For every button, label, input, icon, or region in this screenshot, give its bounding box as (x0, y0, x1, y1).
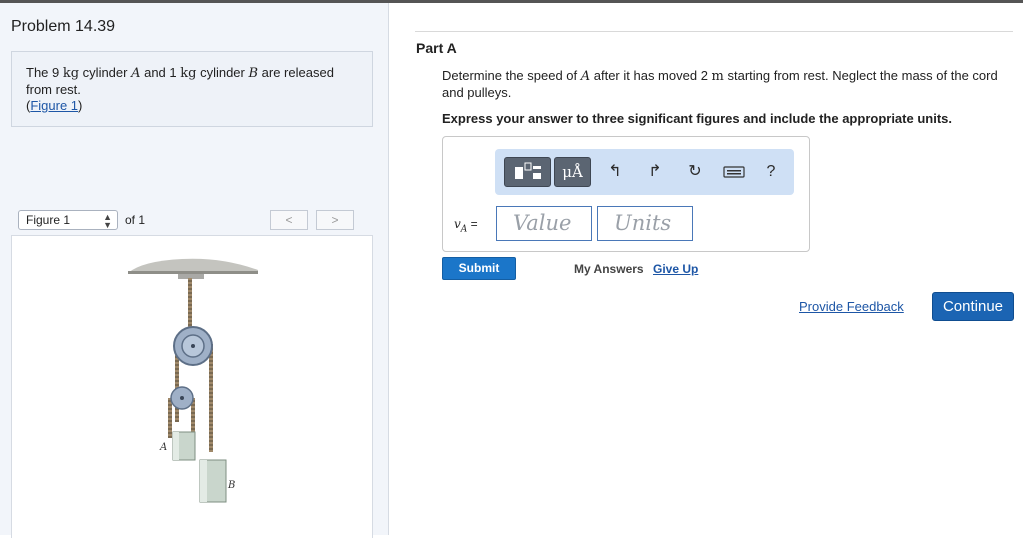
next-figure-button[interactable]: > (316, 210, 354, 230)
part-divider (415, 31, 1013, 32)
reset-icon[interactable]: ↻ (682, 157, 708, 187)
continue-button[interactable]: Continue (932, 292, 1014, 321)
figure-link[interactable]: Figure 1 (30, 98, 78, 113)
rope (209, 344, 213, 452)
question-fragment: Determine the speed of (442, 68, 581, 83)
give-up-link[interactable]: Give Up (653, 262, 698, 276)
figure-select[interactable]: Figure 1 ▲ ▼ (18, 210, 118, 230)
answer-var: vA (454, 217, 468, 235)
figure-count: of 1 (125, 213, 146, 227)
statement-text: cylinder (196, 65, 249, 80)
problem-statement: The 9 kg cylinder A and 1 kg cylinder B … (11, 51, 373, 127)
units-input[interactable]: Units (597, 206, 693, 241)
value-input[interactable]: Value (496, 206, 592, 241)
figure-select-value: Figure 1 (26, 213, 71, 227)
help-icon[interactable]: ? (758, 157, 784, 187)
templates-icon (515, 162, 541, 179)
part-title: Part A (416, 40, 457, 56)
templates-button[interactable] (504, 157, 551, 187)
statement-unit: kg (62, 66, 80, 81)
submit-button[interactable]: Submit (442, 257, 516, 280)
question-unit: m (711, 69, 724, 84)
redo-icon[interactable]: ↱ (642, 157, 668, 187)
question-text: Determine the speed of A after it has mo… (442, 68, 1017, 101)
figure-area: A B (11, 235, 373, 538)
prev-figure-button[interactable]: < (270, 210, 308, 230)
statement-text: The 9 (26, 65, 63, 80)
problem-title: Problem 14.39 (11, 18, 116, 35)
label-a: A (159, 442, 167, 453)
figure-navigation: Figure 1 ▲ ▼ of 1 < > (11, 210, 373, 232)
keyboard-icon[interactable] (719, 157, 749, 187)
my-answers-link[interactable]: My Answers (574, 262, 644, 276)
pulley-figure: A B (128, 258, 258, 503)
answer-variable-label: vA = (454, 217, 478, 234)
question-var: A (580, 69, 591, 84)
math-toolbar: μÅ ↰ ↱ ↻ ? (495, 149, 794, 195)
label-b: B (227, 480, 235, 491)
select-arrows-icon: ▲ ▼ (103, 212, 112, 230)
provide-feedback-link[interactable]: Provide Feedback (799, 299, 904, 314)
answer-eq: = (467, 217, 478, 231)
statement-text: cylinder (79, 65, 132, 80)
ceiling-icon (128, 258, 258, 273)
problem-panel: Problem 14.39 The 9 kg cylinder A and 1 … (0, 3, 389, 538)
undo-icon[interactable]: ↰ (602, 157, 628, 187)
statement-var: B (248, 66, 259, 81)
link-paren: ) (78, 98, 83, 113)
question-fragment: after it has moved 2 (590, 68, 712, 83)
rope (168, 398, 172, 438)
statement-unit: kg (180, 66, 197, 81)
instruction-text: Express your answer to three significant… (442, 111, 952, 126)
statement-text: and 1 (140, 65, 181, 80)
units-symbol-button[interactable]: μÅ (554, 157, 591, 187)
